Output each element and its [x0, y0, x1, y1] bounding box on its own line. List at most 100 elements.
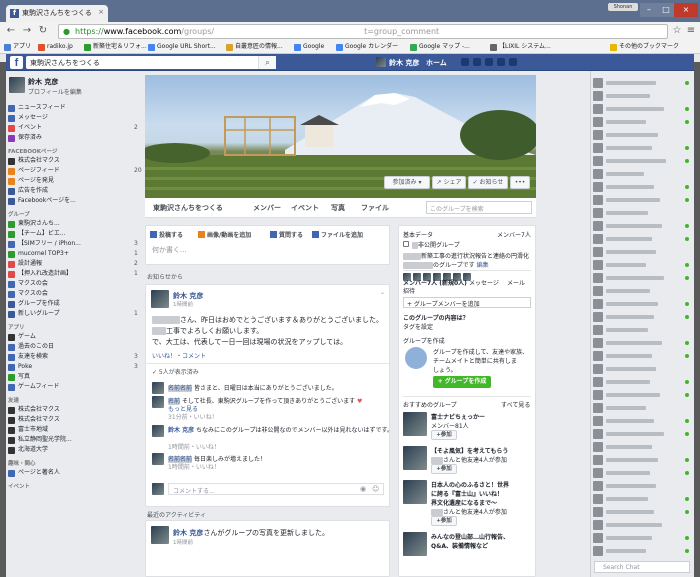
bookmark-item[interactable]: アプリ — [4, 41, 31, 53]
chat-contact[interactable] — [593, 454, 691, 466]
message-link[interactable]: メッセージ — [469, 278, 499, 287]
sidebar-item[interactable]: Facebookページを... — [8, 196, 76, 206]
sidebar-item[interactable]: ページと著名人 — [8, 468, 60, 478]
sidebar-item[interactable]: 新しいグループ 1 — [8, 309, 138, 319]
profile-name[interactable]: 鈴木 克彦 — [28, 77, 58, 87]
comment-avatar[interactable] — [152, 382, 164, 394]
sidebar-item[interactable]: 広告を作成 — [8, 186, 48, 196]
sidebar-item[interactable]: 【押入れ改造計画】 1 — [8, 269, 138, 279]
chat-contact[interactable] — [593, 129, 691, 141]
bookmark-item[interactable]: 【LIXIL システム... — [490, 41, 551, 53]
friend-requests-icon[interactable] — [461, 58, 469, 66]
reload-icon[interactable]: ↻ — [36, 24, 50, 38]
close-window-icon[interactable]: × — [674, 3, 698, 17]
bookmark-item[interactable]: Google URL Short... — [148, 41, 216, 53]
chat-contact[interactable] — [593, 350, 691, 362]
post-author-avatar[interactable] — [151, 290, 169, 308]
create-group-button[interactable]: + グループを作成 — [433, 376, 491, 388]
sidebar-item[interactable]: ページを発見 — [8, 176, 54, 186]
sidebar-item[interactable]: 東駒沢さんち... — [8, 219, 60, 229]
chat-contact[interactable] — [593, 181, 691, 193]
comment-4-meta[interactable]: 1時間前・いいね！ — [168, 462, 220, 471]
chat-contact[interactable] — [593, 506, 691, 518]
chat-contact[interactable] — [593, 155, 691, 167]
chat-contact[interactable] — [593, 311, 691, 323]
suggested-group-title[interactable]: に誇る『富士山』いいね！ — [431, 489, 503, 498]
suggested-group-title[interactable]: Q&A、装備情報など — [431, 541, 488, 550]
sidebar-item[interactable]: mucornel TOP3+ 1 — [8, 249, 138, 259]
bookmark-item[interactable]: その他のブックマーク — [610, 41, 679, 53]
more-button[interactable]: ••• — [510, 176, 530, 189]
bookmark-item[interactable]: 新築住宅＆リフォ... — [84, 41, 147, 53]
seen-count[interactable]: ✓ 5人が表示済み — [152, 367, 199, 376]
header-avatar[interactable] — [376, 57, 386, 67]
composer-input[interactable]: 何か書く... — [152, 245, 187, 255]
chat-contact[interactable] — [593, 103, 691, 115]
group-search-input[interactable]: このグループを検索 — [426, 201, 532, 214]
bookmark-item[interactable]: Google — [294, 41, 324, 53]
see-all-link[interactable]: すべて見る — [501, 400, 530, 409]
chat-contact[interactable] — [593, 194, 691, 206]
sidebar-item[interactable]: 設計通報 2 — [8, 259, 138, 269]
chat-contact[interactable] — [593, 220, 691, 232]
join-button[interactable]: +参加 — [431, 464, 457, 474]
sidebar-item[interactable]: 過去のこの日 — [8, 342, 54, 352]
share-button[interactable]: ↗ シェア — [432, 176, 466, 189]
maximize-icon[interactable]: □ — [658, 3, 674, 17]
composer-photo-tab[interactable]: 画像/動画を追加 — [198, 230, 251, 239]
search-icon[interactable]: ⌕ — [258, 56, 276, 69]
sidebar-item[interactable]: 株式会社マクス — [8, 156, 60, 166]
tab-events[interactable]: イベント — [291, 203, 319, 213]
tab-photos[interactable]: 写真 — [331, 203, 345, 213]
sidebar-item[interactable]: 写真 — [8, 372, 30, 382]
chat-contact[interactable] — [593, 480, 691, 492]
sidebar-item[interactable]: ニュースフィード — [8, 103, 66, 113]
sidebar-item[interactable]: 友達を検索 3 — [8, 352, 138, 362]
profile-badge[interactable]: Shonan — [608, 3, 638, 11]
sidebar-item[interactable]: Poke 3 — [8, 362, 138, 372]
chat-contact[interactable] — [593, 402, 691, 414]
chat-contact[interactable] — [593, 428, 691, 440]
join-button[interactable]: +参加 — [431, 430, 457, 440]
tab-close-icon[interactable]: × — [98, 8, 104, 16]
comment-input[interactable]: コメントする... — [168, 483, 384, 495]
suggested-group-image[interactable] — [403, 446, 427, 470]
sidebar-item[interactable]: マクスの会 — [8, 279, 48, 289]
chat-contact[interactable] — [593, 389, 691, 401]
tab-files[interactable]: ファイル — [361, 203, 389, 213]
chat-contact[interactable] — [593, 142, 691, 154]
notifications-icon[interactable] — [485, 58, 493, 66]
profile-avatar[interactable] — [9, 77, 25, 93]
sidebar-item[interactable]: 株式会社マクス — [8, 415, 60, 425]
composer-post-tab[interactable]: 投稿する — [150, 230, 183, 239]
suggested-group-title[interactable]: 界文化遺産になるまで～ — [431, 498, 497, 507]
chat-contact[interactable] — [593, 441, 691, 453]
sidebar-item[interactable]: ゲームフィード — [8, 382, 59, 392]
camera-icon[interactable]: ◉ — [360, 485, 366, 493]
comment-2-meta[interactable]: 31分前・いいね！ — [168, 412, 218, 421]
sidebar-item[interactable]: 【SIMフリー / iPhon... 3 — [8, 239, 138, 249]
sidebar-item[interactable]: 富士市地域 — [8, 425, 48, 435]
chat-search-input[interactable]: Search Chat — [594, 561, 690, 573]
suggested-group-title[interactable]: 【そよ風気】を考えてもらう — [431, 446, 508, 455]
bookmark-item[interactable]: radiko.jp — [38, 41, 73, 53]
sidebar-item[interactable]: 株式会社マクス — [8, 405, 60, 415]
chat-contact[interactable] — [593, 532, 691, 544]
minimize-icon[interactable]: – — [640, 3, 658, 17]
comment-avatar[interactable] — [152, 425, 164, 437]
sidebar-item[interactable]: 私立静岡聖光学院... — [8, 435, 72, 445]
add-member-input[interactable]: + グループメンバーを追加 — [403, 297, 531, 308]
chat-contact[interactable] — [593, 207, 691, 219]
suggested-group-image[interactable] — [403, 412, 427, 436]
comment-avatar[interactable] — [152, 453, 164, 465]
back-icon[interactable]: ← — [4, 24, 18, 38]
comment-3-meta[interactable]: 1時間前・いいね！ — [168, 442, 220, 451]
edit-link[interactable]: 編集 — [477, 262, 489, 269]
post-options-icon[interactable]: ⌄ — [380, 289, 385, 296]
messages-icon[interactable] — [473, 58, 481, 66]
menu-icon[interactable]: ≡ — [684, 24, 698, 38]
members-link[interactable]: メンバー7人 — [497, 230, 531, 239]
bookmark-star-icon[interactable]: ☆ — [670, 24, 684, 38]
invite-link[interactable]: 招待 — [403, 286, 415, 295]
bookmark-item[interactable]: Google マップ -... — [410, 41, 470, 53]
